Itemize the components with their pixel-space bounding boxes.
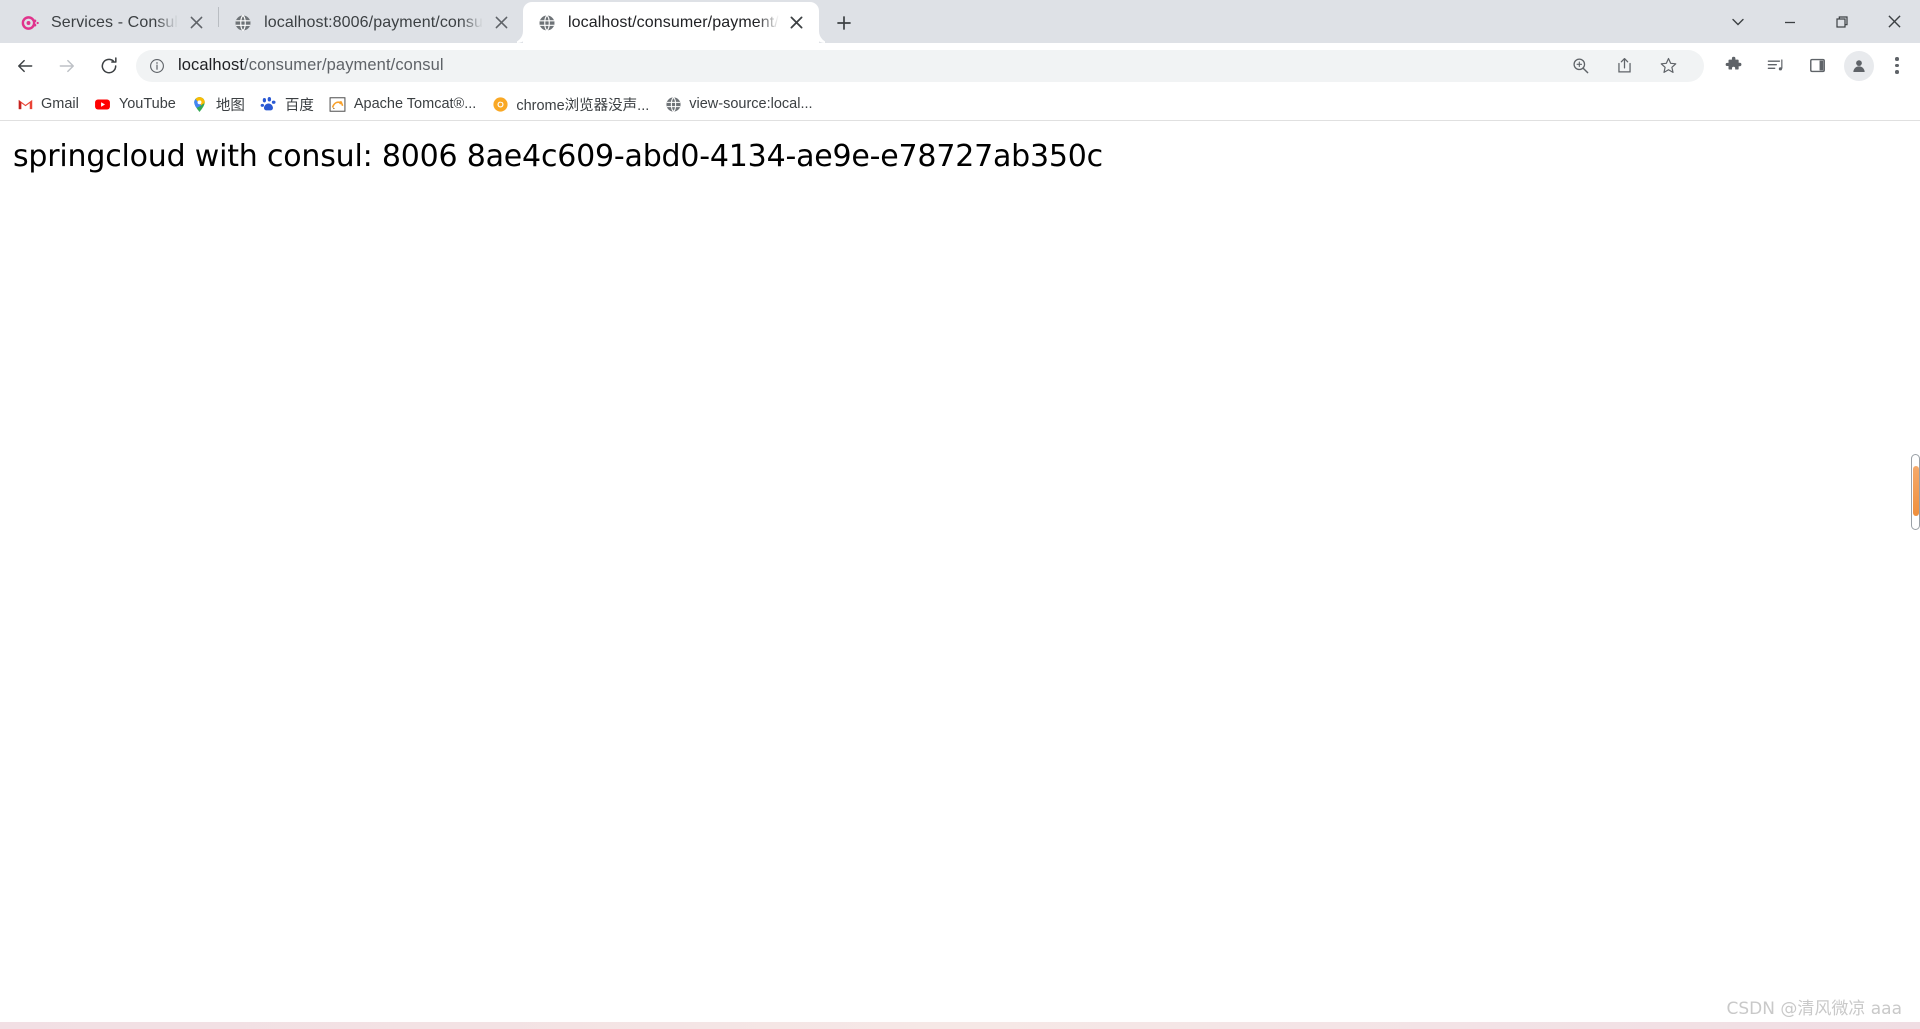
globe-icon	[537, 13, 557, 33]
menu-dot	[1895, 70, 1899, 74]
bookmark-baidu[interactable]: 百度	[254, 91, 323, 117]
scrollbar-thumb[interactable]	[1913, 466, 1919, 516]
media-list-icon[interactable]	[1757, 48, 1793, 84]
tab-title: Services - Consul	[51, 13, 179, 31]
minimize-button[interactable]	[1764, 0, 1816, 43]
browser-window: Services - Consul localhost:8006/payment…	[0, 0, 1920, 1029]
google-maps-icon	[191, 95, 209, 113]
bookmark-label: 地图	[215, 97, 245, 114]
bookmark-tomcat[interactable]: Apache Tomcat®...	[323, 91, 485, 117]
toolbar-right-actions	[1712, 48, 1912, 84]
consul-icon	[20, 13, 40, 33]
puzzle-piece-icon[interactable]	[1715, 48, 1751, 84]
back-arrow-icon[interactable]	[7, 48, 43, 84]
window-controls	[1712, 0, 1920, 43]
page-body-text: springcloud with consul: 8006 8ae4c609-a…	[13, 139, 1103, 174]
info-circle-icon[interactable]	[148, 57, 166, 75]
new-tab-button[interactable]	[827, 6, 861, 40]
star-icon[interactable]	[1650, 48, 1686, 84]
tab-close-button[interactable]	[785, 11, 809, 35]
tab-services-consul[interactable]: Services - Consul	[6, 2, 218, 43]
chrome-note-icon	[491, 95, 509, 113]
page-viewport: springcloud with consul: 8006 8ae4c609-a…	[0, 121, 1920, 1029]
tab-close-button[interactable]	[184, 11, 208, 35]
globe-icon	[233, 13, 253, 33]
tab-title: localhost/consumer/payment/	[568, 13, 779, 31]
globe-icon	[664, 95, 682, 113]
share-icon[interactable]	[1606, 48, 1642, 84]
tab-consumer-payment[interactable]: localhost/consumer/payment/	[523, 2, 819, 43]
bookmark-view-source[interactable]: view-source:local...	[658, 91, 821, 117]
menu-dot	[1895, 63, 1899, 68]
three-dot-menu-icon[interactable]	[1882, 48, 1912, 84]
menu-dot	[1895, 57, 1899, 61]
bookmark-label: 百度	[284, 97, 314, 114]
tab-strip: Services - Consul localhost:8006/payment…	[0, 0, 1920, 43]
vertical-scrollbar[interactable]	[1911, 121, 1920, 1029]
address-bar[interactable]: localhost/consumer/payment/consul	[136, 48, 1704, 84]
profile-avatar-icon[interactable]	[1844, 50, 1874, 81]
forward-arrow-icon[interactable]	[49, 48, 85, 84]
bookmark-label: view-source:local...	[689, 96, 813, 112]
baidu-icon	[260, 95, 278, 113]
tab-close-button[interactable]	[489, 11, 513, 35]
url-path: /consumer/payment/consul	[244, 56, 444, 74]
close-window-button[interactable]	[1868, 0, 1920, 43]
bottom-color-band	[0, 1022, 1920, 1029]
maximize-button[interactable]	[1816, 0, 1868, 43]
browser-toolbar: localhost/consumer/payment/consul	[0, 43, 1920, 88]
bookmark-youtube[interactable]: YouTube	[88, 91, 185, 117]
bookmark-maps[interactable]: 地图	[185, 91, 254, 117]
side-panel-icon[interactable]	[1799, 48, 1835, 84]
bookmark-label: YouTube	[118, 96, 176, 112]
url-text: localhost/consumer/payment/consul	[178, 56, 444, 75]
bookmark-label: Gmail	[41, 96, 79, 112]
reload-icon[interactable]	[91, 48, 127, 84]
tab-title: localhost:8006/payment/consu	[264, 13, 484, 31]
tab-payment-consul[interactable]: localhost:8006/payment/consu	[219, 2, 523, 43]
bookmark-chrome-note[interactable]: chrome浏览器没声...	[485, 91, 658, 117]
bookmark-label: chrome浏览器没声...	[516, 97, 650, 114]
omnibox-actions	[1558, 48, 1690, 84]
tab-search-chevron-icon[interactable]	[1712, 0, 1764, 43]
bookmarks-bar: Gmail YouTube 地图 百度 Apache Tomcat®... ch…	[0, 88, 1920, 121]
bookmark-gmail[interactable]: Gmail	[10, 91, 88, 117]
zoom-magnifier-icon[interactable]	[1562, 48, 1598, 84]
gmail-icon	[16, 95, 34, 113]
bookmark-label: Apache Tomcat®...	[353, 96, 477, 112]
url-host: localhost	[178, 56, 245, 74]
tomcat-icon	[329, 95, 347, 113]
youtube-icon	[94, 95, 112, 113]
csdn-watermark: CSDN @清风微凉 aaa	[1726, 999, 1902, 1019]
